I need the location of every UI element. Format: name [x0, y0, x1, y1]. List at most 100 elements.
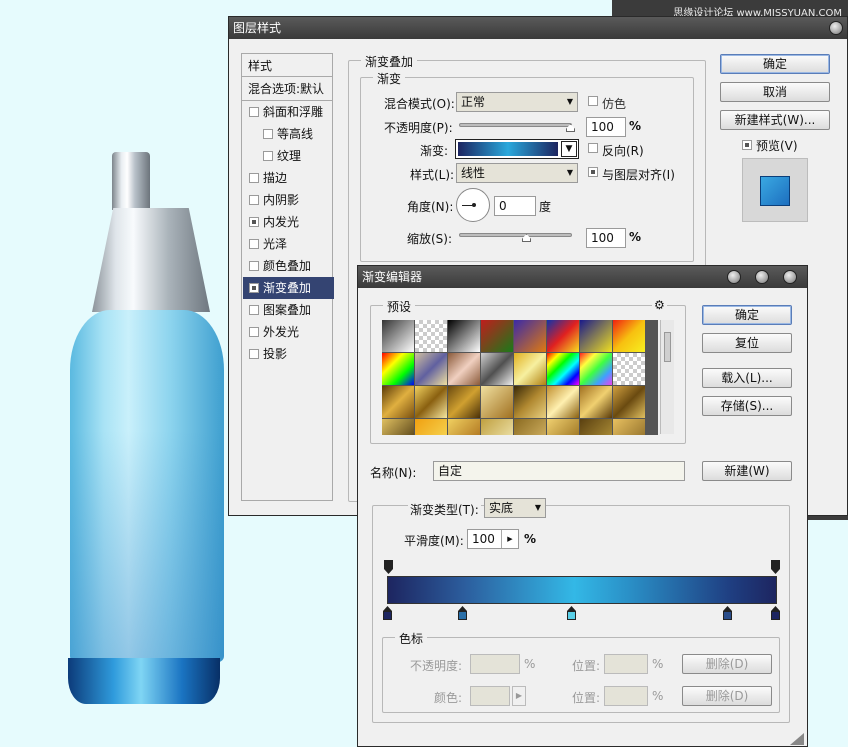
color-stop[interactable]	[723, 606, 732, 620]
style-select[interactable]: 线性 ▼	[456, 163, 578, 183]
preset-swatch[interactable]	[415, 353, 447, 385]
scale-input[interactable]: 100	[586, 228, 626, 248]
gradient-load-button[interactable]: 载入(L)...	[702, 368, 792, 388]
style-item-checkbox[interactable]	[263, 151, 273, 161]
style-item-checkbox[interactable]	[249, 283, 259, 293]
preset-swatch[interactable]	[514, 320, 546, 352]
stop-opacity-input[interactable]	[470, 654, 520, 674]
name-input[interactable]: 自定	[433, 461, 685, 481]
presets-scrollbar[interactable]	[660, 320, 674, 434]
preset-swatch[interactable]	[415, 320, 447, 352]
type-select[interactable]: 实底 ▼	[484, 498, 546, 518]
layer-style-cancel-button[interactable]: 取消	[720, 82, 830, 102]
style-item[interactable]: 斜面和浮雕	[243, 101, 334, 123]
color-stop[interactable]	[771, 606, 780, 620]
gear-icon[interactable]: ⚙	[652, 298, 667, 312]
preset-swatch[interactable]	[613, 320, 645, 352]
stop-color-arrow-icon[interactable]: ▶	[512, 686, 526, 706]
style-item-checkbox[interactable]	[249, 349, 259, 359]
gradient-save-button[interactable]: 存储(S)...	[702, 396, 792, 416]
preview-checkbox[interactable]	[742, 140, 752, 150]
preset-swatch[interactable]	[547, 353, 579, 385]
preset-swatch[interactable]	[382, 353, 414, 385]
preset-swatch[interactable]	[580, 320, 612, 352]
preset-swatch[interactable]	[382, 386, 414, 418]
position-input-2[interactable]	[604, 686, 648, 706]
preset-swatch[interactable]	[382, 320, 414, 352]
style-item-checkbox[interactable]	[249, 261, 259, 271]
dither-checkbox[interactable]	[588, 96, 598, 106]
preset-swatch[interactable]	[580, 386, 612, 418]
preset-swatch[interactable]	[613, 419, 645, 435]
close-icon[interactable]	[783, 270, 797, 284]
style-item[interactable]: 颜色叠加	[243, 255, 334, 277]
preset-swatch[interactable]	[448, 353, 480, 385]
gradient-bar[interactable]	[387, 576, 777, 604]
preset-swatch[interactable]	[448, 386, 480, 418]
opacity-stop-right[interactable]	[771, 560, 780, 574]
angle-dial[interactable]	[456, 188, 490, 222]
preset-swatch[interactable]	[481, 353, 513, 385]
style-item-checkbox[interactable]	[249, 195, 259, 205]
preset-swatch[interactable]	[382, 419, 414, 435]
blend-mode-select[interactable]: 正常 ▼	[456, 92, 578, 112]
preset-swatch[interactable]	[547, 419, 579, 435]
preset-swatch[interactable]	[580, 353, 612, 385]
opacity-slider[interactable]	[459, 123, 572, 127]
style-item[interactable]: 等高线	[243, 123, 334, 145]
style-item-checkbox[interactable]	[249, 107, 259, 117]
style-item[interactable]: 渐变叠加	[243, 277, 334, 299]
close-icon[interactable]	[829, 21, 843, 35]
preset-swatch[interactable]	[514, 353, 546, 385]
preset-swatch[interactable]	[613, 353, 645, 385]
preset-swatch[interactable]	[547, 386, 579, 418]
opacity-stop-left[interactable]	[384, 560, 393, 574]
minimize-icon[interactable]	[727, 270, 741, 284]
style-item-checkbox[interactable]	[249, 173, 259, 183]
preset-swatch[interactable]	[547, 320, 579, 352]
preset-swatch[interactable]	[448, 419, 480, 435]
blend-options-item[interactable]: 混合选项:默认	[248, 80, 324, 97]
gradient-ok-button[interactable]: 确定	[702, 305, 792, 325]
preset-swatch[interactable]	[481, 320, 513, 352]
preset-swatch[interactable]	[415, 419, 447, 435]
color-stop[interactable]	[383, 606, 392, 620]
new-style-button[interactable]: 新建样式(W)...	[720, 110, 830, 130]
style-item[interactable]: 图案叠加	[243, 299, 334, 321]
layer-style-ok-button[interactable]: 确定	[720, 54, 830, 74]
style-item-checkbox[interactable]	[263, 129, 273, 139]
preset-swatch[interactable]	[613, 386, 645, 418]
style-item[interactable]: 投影	[243, 343, 334, 365]
gradient-picker[interactable]: ▼	[455, 139, 579, 159]
reverse-checkbox[interactable]	[588, 143, 598, 153]
style-item-checkbox[interactable]	[249, 239, 259, 249]
delete-opacity-stop-button[interactable]: 删除(D)	[682, 654, 772, 674]
gradient-reset-button[interactable]: 复位	[702, 333, 792, 353]
opacity-input[interactable]: 100	[586, 117, 626, 137]
delete-color-stop-button[interactable]: 删除(D)	[682, 686, 772, 706]
maximize-icon[interactable]	[755, 270, 769, 284]
preset-swatch[interactable]	[514, 419, 546, 435]
gradient-new-button[interactable]: 新建(W)	[702, 461, 792, 481]
color-stop[interactable]	[567, 606, 576, 620]
style-item[interactable]: 纹理	[243, 145, 334, 167]
position-input-1[interactable]	[604, 654, 648, 674]
preset-swatch[interactable]	[514, 386, 546, 418]
scale-slider[interactable]	[459, 233, 572, 237]
preset-swatch[interactable]	[448, 320, 480, 352]
style-item[interactable]: 描边	[243, 167, 334, 189]
style-item[interactable]: 光泽	[243, 233, 334, 255]
style-item-checkbox[interactable]	[249, 217, 259, 227]
angle-input[interactable]: 0	[494, 196, 536, 216]
style-item[interactable]: 内阴影	[243, 189, 334, 211]
style-item-checkbox[interactable]	[249, 305, 259, 315]
preset-swatch[interactable]	[580, 419, 612, 435]
stop-color-swatch[interactable]	[470, 686, 510, 706]
preset-swatch[interactable]	[481, 386, 513, 418]
style-item[interactable]: 外发光	[243, 321, 334, 343]
style-item[interactable]: 内发光	[243, 211, 334, 233]
preset-swatch[interactable]	[481, 419, 513, 435]
style-item-checkbox[interactable]	[249, 327, 259, 337]
preset-swatch[interactable]	[415, 386, 447, 418]
smooth-stepper-icon[interactable]: ▶	[501, 530, 518, 548]
